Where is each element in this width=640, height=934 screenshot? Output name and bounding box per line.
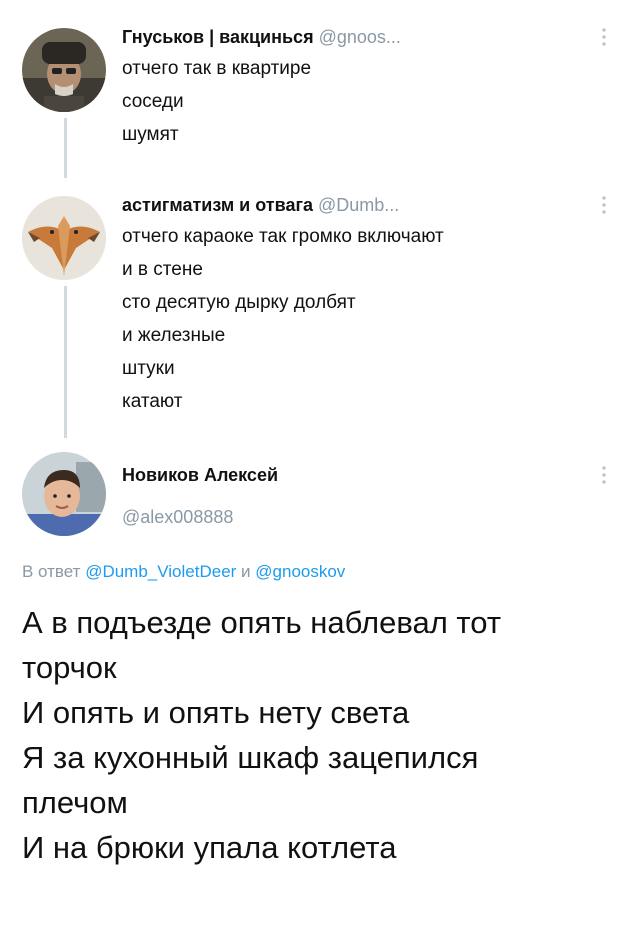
- tweet-line: торчок: [22, 650, 117, 685]
- tweet-handle-row: @alex008888: [122, 506, 233, 528]
- tweet-text: отчего караоке так громко включают и в с…: [122, 220, 444, 418]
- tweet-line: И опять и опять нету света: [22, 695, 410, 730]
- thread-connector-1: [64, 118, 67, 178]
- reply-conjunction: и: [241, 562, 251, 581]
- tweet-line: сто десятую дырку долбят: [122, 292, 356, 313]
- tweet-line: катают: [122, 391, 183, 412]
- avatar[interactable]: [22, 196, 106, 280]
- author-handle[interactable]: @gnoos...: [319, 27, 401, 47]
- tweet-line: плечом: [22, 785, 128, 820]
- replying-to: В ответ @Dumb_VioletDeer и @gnooskov: [22, 562, 345, 582]
- author-handle[interactable]: @alex008888: [122, 507, 233, 527]
- reply-user-link[interactable]: @gnooskov: [255, 562, 345, 581]
- tweet-header: Новиков Алексей: [122, 464, 278, 486]
- author-handle[interactable]: @Dumb...: [318, 195, 399, 215]
- tweet-line: шумят: [122, 124, 179, 145]
- tweet-body: А в подъезде опять наблевал тот торчок И…: [22, 600, 622, 870]
- tweet-line: и в стене: [122, 259, 203, 280]
- reply-prefix: В ответ: [22, 562, 81, 581]
- vertical-dots-icon[interactable]: [598, 193, 610, 217]
- tweet-line: соседи: [122, 91, 184, 112]
- tweet-line: А в подъезде опять наблевал тот: [22, 605, 502, 640]
- tweet-header: Гнуськов | вакцинься @gnoos...: [122, 26, 401, 48]
- author-name[interactable]: астигматизм и отвага: [122, 195, 313, 215]
- author-name[interactable]: Новиков Алексей: [122, 465, 278, 485]
- tweet-line: И на брюки упала котлета: [22, 830, 397, 865]
- tweet-text: отчего так в квартире соседи шумят: [122, 52, 311, 151]
- vertical-dots-icon[interactable]: [598, 463, 610, 487]
- tweet-header: астигматизм и отвага @Dumb...: [122, 194, 399, 216]
- tweet-line: и железные: [122, 325, 226, 346]
- avatar[interactable]: [22, 452, 106, 536]
- tweet-line: отчего так в квартире: [122, 58, 312, 79]
- tweet-line: штуки: [122, 358, 175, 379]
- reply-user-link[interactable]: @Dumb_VioletDeer: [85, 562, 236, 581]
- thread-connector-2: [64, 286, 67, 438]
- tweet-line: отчего караоке так громко включают: [122, 226, 444, 247]
- avatar[interactable]: [22, 28, 106, 112]
- tweet-line: Я за кухонный шкаф зацепился: [22, 740, 479, 775]
- vertical-dots-icon[interactable]: [598, 25, 610, 49]
- author-name[interactable]: Гнуськов | вакцинься: [122, 27, 314, 47]
